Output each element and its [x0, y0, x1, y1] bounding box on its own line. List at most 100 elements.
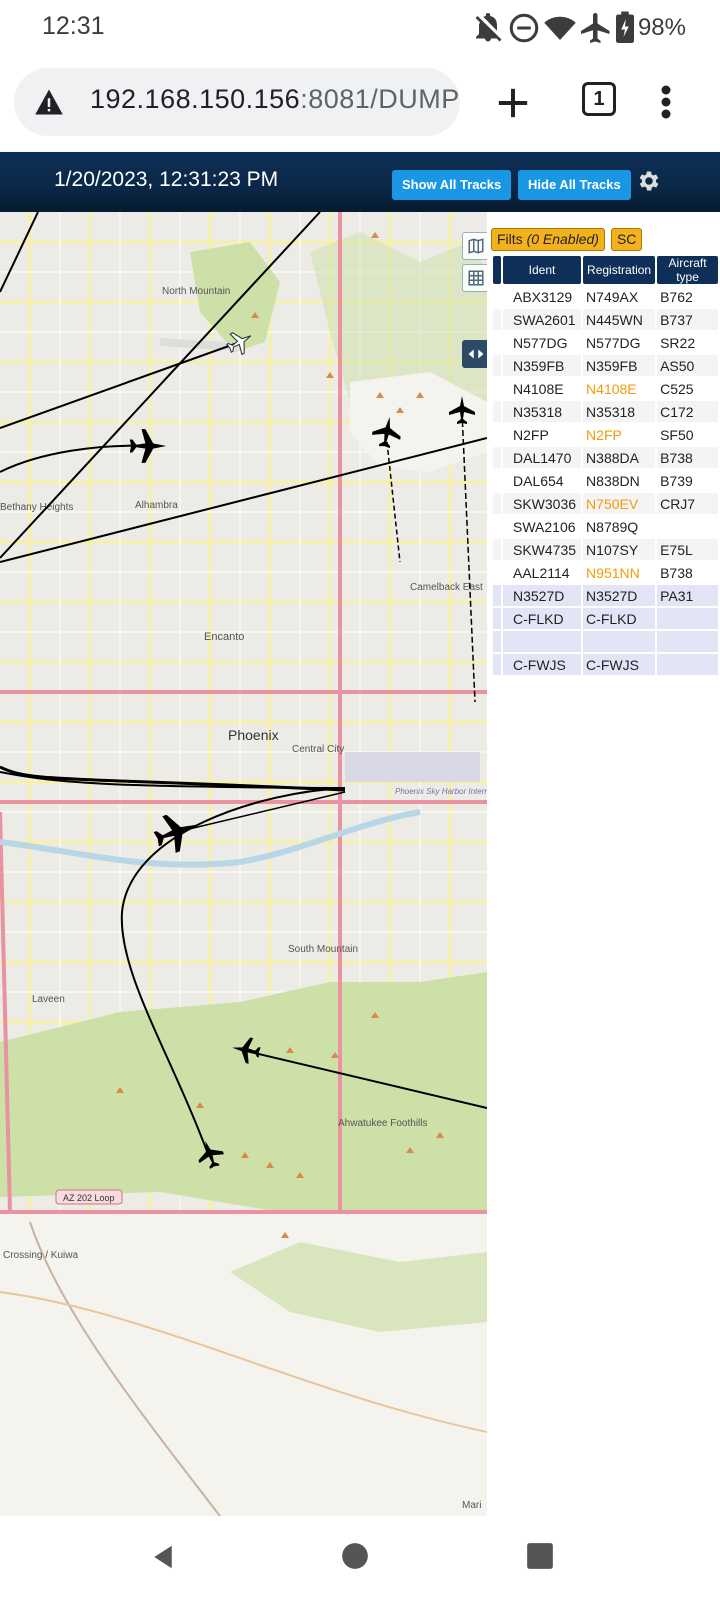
row-handle	[493, 470, 501, 491]
table-row[interactable]: SKW4735 N107SY E75L	[493, 539, 718, 560]
cell-aircraft-type	[657, 608, 718, 629]
row-handle	[493, 493, 501, 514]
table-row[interactable]: N577DG N577DG SR22	[493, 332, 718, 353]
battery-percent: 98%	[637, 14, 686, 41]
map-canvas[interactable]: North Mountain Bethany Heights Alhambra …	[0, 212, 487, 1516]
cell-aircraft-type: B738	[660, 564, 693, 581]
table-row[interactable]: C-FLKD C-FLKD	[493, 608, 718, 629]
cell-ident	[503, 631, 582, 652]
aircraft-table: Ident Registration Aircraft type ABX3129…	[491, 254, 720, 677]
cell-aircraft-type	[657, 654, 718, 675]
column-header-ident[interactable]: Ident	[503, 256, 582, 284]
table-header-row: Ident Registration Aircraft type	[493, 256, 718, 284]
cell-aircraft-type: SF50	[660, 426, 694, 443]
back-icon[interactable]	[148, 1542, 178, 1572]
table-row[interactable]: AAL2114 N951NN B738	[493, 562, 718, 583]
label-south-mountain: South Mountain	[288, 944, 358, 955]
cell-ident: N35318	[503, 401, 582, 422]
map-layers-button[interactable]	[462, 232, 487, 260]
cell-ident: C-FLKD	[503, 608, 582, 629]
filters-state: (0 Enabled)	[526, 231, 599, 247]
row-handle	[493, 654, 501, 675]
cell-aircraft-type: B738	[657, 447, 718, 468]
status-icons: 98%	[470, 10, 720, 46]
table-row[interactable]: N2FP N2FP SF50	[493, 424, 718, 445]
cell-aircraft-type	[657, 516, 718, 537]
url-bar[interactable]: 192.168.150.156:8081/DUMP	[14, 68, 460, 136]
cell-aircraft-type: E75L	[657, 539, 718, 560]
header-handle[interactable]	[493, 256, 501, 284]
cell-aircraft-type: B762	[660, 288, 693, 305]
table-row[interactable]: N4108E N4108E C525	[493, 378, 718, 399]
home-icon[interactable]	[341, 1542, 369, 1570]
cell-registration: N2FP	[586, 426, 622, 443]
table-row[interactable]: N3527D N3527D PA31	[493, 585, 718, 606]
cell-ident: ABX3129	[513, 288, 573, 305]
table-row[interactable]: SWA2601 N445WN B737	[493, 309, 718, 330]
show-all-tracks-button[interactable]: Show All Tracks	[392, 170, 512, 200]
row-handle	[493, 355, 501, 376]
settings-gear-icon[interactable]	[636, 168, 662, 194]
table-row[interactable]	[493, 631, 718, 652]
not-secure-warning-icon[interactable]	[34, 88, 64, 116]
table-row[interactable]: SKW3036 N750EV CRJ7	[493, 493, 718, 514]
filters-button[interactable]: Filts (0 Enabled)	[491, 228, 605, 251]
map-view[interactable]: North Mountain Bethany Heights Alhambra …	[0, 212, 487, 1516]
sc-button[interactable]: SC	[610, 228, 643, 251]
hide-all-tracks-button[interactable]: Hide All Tracks	[518, 170, 631, 200]
row-handle	[493, 401, 501, 422]
row-handle	[493, 309, 501, 330]
row-handle	[493, 631, 501, 652]
expand-horizontal-icon	[468, 349, 484, 359]
cell-ident: SWA2601	[503, 309, 582, 330]
cell-registration: N35318	[583, 401, 656, 422]
tab-switcher-button[interactable]: 1	[582, 82, 616, 116]
cell-ident: N359FB	[503, 355, 582, 376]
panel-toggle-button[interactable]	[462, 340, 487, 368]
current-datetime: 1/20/2023, 12:31:23 PM	[54, 168, 279, 191]
cell-ident: N2FP	[513, 426, 549, 443]
cell-registration: N107SY	[583, 539, 656, 560]
cell-registration: N388DA	[583, 447, 656, 468]
recents-icon[interactable]	[526, 1542, 554, 1570]
url-path: :8081/DUMP	[300, 84, 460, 114]
cell-aircraft-type: PA31	[657, 585, 718, 606]
map-icon	[468, 238, 484, 254]
label-maricopa: Mari	[462, 1500, 481, 1511]
cell-aircraft-type	[657, 631, 718, 652]
table-row[interactable]: DAL1470 N388DA B738	[493, 447, 718, 468]
cell-aircraft-type: B739	[660, 472, 693, 489]
row-handle	[493, 286, 501, 307]
new-tab-button[interactable]	[490, 80, 536, 126]
row-handle	[493, 516, 501, 537]
browser-menu-button[interactable]	[656, 78, 676, 126]
url-text[interactable]: 192.168.150.156:8081/DUMP	[90, 84, 460, 115]
system-nav-bar	[0, 1516, 720, 1600]
cell-registration: C-FWJS	[583, 654, 656, 675]
cell-aircraft-type: AS50	[657, 355, 718, 376]
label-sky-harbor: Phoenix Sky Harbor International Airport	[395, 787, 487, 796]
cell-registration: N951NN	[586, 564, 640, 581]
cell-registration: N359FB	[583, 355, 656, 376]
table-row[interactable]: N359FB N359FB AS50	[493, 355, 718, 376]
table-row[interactable]: DAL654 N838DN B739	[493, 470, 718, 491]
table-row[interactable]: N35318 N35318 C172	[493, 401, 718, 422]
battery-charging-icon	[615, 11, 634, 43]
cell-aircraft-type: B737	[657, 309, 718, 330]
column-header-registration[interactable]: Registration	[583, 256, 656, 284]
cell-registration: N4108E	[586, 380, 637, 397]
grid-overlay-button[interactable]	[462, 264, 487, 292]
cell-ident: C-FWJS	[503, 654, 582, 675]
table-row[interactable]: C-FWJS C-FWJS	[493, 654, 718, 675]
row-handle	[493, 585, 501, 606]
column-header-aircraft-type[interactable]: Aircraft type	[657, 256, 718, 284]
label-phoenix: Phoenix	[228, 727, 279, 743]
table-row[interactable]: ABX3129 N749AX B762	[493, 286, 718, 307]
cell-ident: SKW3036	[503, 493, 582, 514]
label-north-mountain: North Mountain	[162, 286, 230, 297]
label-encanto: Encanto	[204, 631, 244, 643]
grid-icon	[468, 270, 484, 286]
filters-label: Filts	[497, 231, 527, 247]
table-row[interactable]: SWA2106 N8789Q	[493, 516, 718, 537]
label-az-202-loop: AZ 202 Loop	[63, 1193, 115, 1203]
